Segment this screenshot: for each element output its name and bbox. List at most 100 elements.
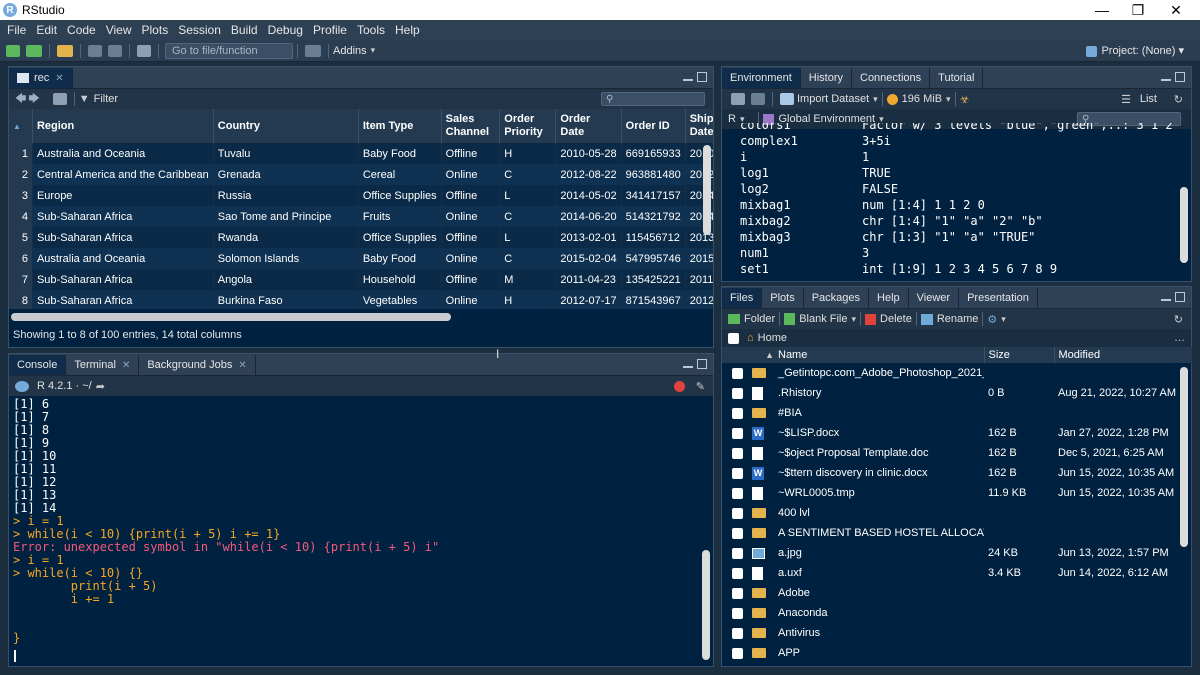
console-scrollbar[interactable] bbox=[702, 550, 710, 660]
console-output[interactable]: [1] 6 [1] 7 [1] 8 [1] 9 [1] 10 [1] 11 [1] 12 [1… bbox=[13, 398, 695, 664]
forward-arrow-icon[interactable]: 🡆 bbox=[28, 90, 39, 109]
tab-terminal[interactable]: Terminal ✕ bbox=[66, 355, 140, 375]
tab-files[interactable]: Files bbox=[722, 288, 763, 308]
broom-icon[interactable]: ☣ bbox=[960, 93, 970, 106]
environment-row[interactable]: log1 TRUE bbox=[740, 165, 1180, 181]
list-view-button[interactable]: List bbox=[1140, 93, 1157, 105]
tab-environment[interactable]: Environment bbox=[722, 68, 801, 88]
memory-usage-button[interactable]: 196 MiB bbox=[902, 93, 942, 105]
file-row[interactable]: Anaconda bbox=[722, 603, 1192, 623]
name-column-header[interactable]: Name bbox=[774, 347, 984, 363]
menu-tools[interactable]: Tools bbox=[357, 23, 385, 37]
new-file-icon[interactable] bbox=[6, 44, 20, 57]
file-row[interactable]: a.uxf 3.4 KB Jun 14, 2022, 6:12 AM bbox=[722, 563, 1192, 583]
tab-packages[interactable]: Packages bbox=[804, 288, 870, 308]
file-row[interactable]: A SENTIMENT BASED HOSTEL ALLOCATIO... bbox=[722, 523, 1192, 543]
save-icon[interactable] bbox=[88, 44, 102, 57]
column-header-sales-channel[interactable]: Sales Channel bbox=[441, 109, 501, 143]
file-checkbox[interactable] bbox=[732, 427, 743, 439]
file-checkbox[interactable] bbox=[732, 507, 743, 519]
file-name-link[interactable]: a.uxf bbox=[774, 563, 984, 583]
file-name-link[interactable]: Antivirus bbox=[774, 623, 984, 643]
refresh-icon[interactable]: ↻ bbox=[1174, 313, 1183, 326]
tab-connections[interactable]: Connections bbox=[852, 68, 931, 88]
file-checkbox[interactable] bbox=[732, 587, 743, 599]
file-row[interactable]: 400 lvl bbox=[722, 503, 1192, 523]
save-workspace-icon[interactable] bbox=[751, 93, 765, 105]
file-checkbox[interactable] bbox=[732, 607, 743, 619]
environment-scrollbar[interactable] bbox=[1180, 187, 1188, 263]
column-header-order-priority[interactable]: Order Priority bbox=[499, 109, 557, 143]
menu-code[interactable]: Code bbox=[67, 23, 96, 37]
tab-console[interactable]: Console bbox=[9, 355, 67, 375]
file-row[interactable]: APP bbox=[722, 643, 1192, 663]
refresh-icon[interactable]: ↻ bbox=[1174, 93, 1183, 106]
column-header-item-type[interactable]: Item Type bbox=[358, 109, 442, 143]
close-tab-icon[interactable]: ✕ bbox=[122, 360, 130, 371]
blank-file-button[interactable]: Blank File bbox=[799, 313, 847, 325]
import-dataset-button[interactable]: Import Dataset bbox=[797, 93, 869, 105]
file-checkbox[interactable] bbox=[732, 647, 743, 659]
modified-column-header[interactable]: Modified bbox=[1053, 347, 1192, 363]
home-link[interactable]: Home bbox=[758, 332, 787, 344]
project-menu[interactable]: Project: (None) ▾ bbox=[1086, 44, 1184, 57]
column-header-country[interactable]: Country bbox=[213, 109, 359, 143]
save-all-icon[interactable] bbox=[108, 44, 122, 57]
file-checkbox[interactable] bbox=[732, 527, 743, 539]
tab-plots[interactable]: Plots bbox=[762, 288, 804, 308]
file-name-link[interactable]: .Rhistory bbox=[774, 383, 984, 403]
file-name-link[interactable]: Adobe bbox=[774, 583, 984, 603]
file-name-link[interactable]: ~$oject Proposal Template.doc bbox=[774, 443, 984, 463]
files-scrollbar[interactable] bbox=[1180, 367, 1188, 547]
column-header-order-date[interactable]: Order Date bbox=[555, 109, 622, 143]
back-arrow-icon[interactable]: 🡄 bbox=[15, 90, 26, 109]
environment-row[interactable]: i1 bbox=[740, 149, 1180, 165]
file-name-link[interactable]: A SENTIMENT BASED HOSTEL ALLOCATIO... bbox=[774, 523, 984, 543]
tab-history[interactable]: History bbox=[801, 68, 852, 88]
table-horizontal-scrollbar[interactable] bbox=[11, 313, 451, 321]
close-tab-icon[interactable]: ✕ bbox=[238, 360, 246, 371]
stop-icon[interactable] bbox=[674, 380, 685, 392]
print-icon[interactable] bbox=[137, 44, 151, 57]
menu-debug[interactable]: Debug bbox=[268, 23, 303, 37]
file-row[interactable]: a.jpg 24 KB Jun 13, 2022, 1:57 PM bbox=[722, 543, 1192, 563]
environment-row[interactable]: mixbag2 chr [1:4] "1" "a" "2" "b" bbox=[740, 213, 1180, 229]
new-folder-button[interactable]: Folder bbox=[744, 313, 775, 325]
tab-background-jobs[interactable]: Background Jobs ✕ bbox=[139, 355, 256, 375]
goto-directory-icon[interactable]: ➦ bbox=[96, 380, 105, 393]
file-checkbox[interactable] bbox=[732, 467, 743, 479]
file-checkbox[interactable] bbox=[732, 387, 743, 399]
maximize-button[interactable]: ❐ bbox=[1120, 0, 1156, 20]
file-row[interactable]: .Rhistory 0 B Aug 21, 2022, 10:27 AM bbox=[722, 383, 1192, 403]
environment-row[interactable]: colors1 Factor w/ 3 levels "blue","green"… bbox=[740, 123, 1180, 133]
clear-console-icon[interactable]: ✎ bbox=[696, 380, 705, 393]
rename-button[interactable]: Rename bbox=[937, 313, 979, 325]
file-checkbox[interactable] bbox=[732, 487, 743, 499]
file-name-link[interactable]: APP bbox=[774, 643, 984, 663]
file-name-link[interactable]: ~$ttern discovery in clinic.docx bbox=[774, 463, 984, 483]
file-name-link[interactable]: #BIA bbox=[774, 403, 984, 423]
tab-help[interactable]: Help bbox=[869, 288, 909, 308]
menu-view[interactable]: View bbox=[106, 23, 132, 37]
environment-row[interactable]: complex1 3+5i bbox=[740, 133, 1180, 149]
popout-icon[interactable] bbox=[52, 93, 67, 105]
file-checkbox[interactable] bbox=[732, 447, 743, 459]
more-options-icon[interactable]: … bbox=[1174, 332, 1185, 344]
select-all-checkbox[interactable] bbox=[728, 332, 739, 344]
file-name-link[interactable]: 400 lvl bbox=[774, 503, 984, 523]
console-window-controls[interactable] bbox=[683, 359, 707, 369]
menu-plots[interactable]: Plots bbox=[142, 23, 169, 37]
close-tab-icon[interactable]: ✕ bbox=[55, 73, 63, 84]
menu-file[interactable]: File bbox=[7, 23, 26, 37]
environment-row[interactable]: mixbag3 chr [1:3] "1" "a" "TRUE" bbox=[740, 229, 1180, 245]
load-workspace-icon[interactable] bbox=[731, 93, 745, 105]
menu-session[interactable]: Session bbox=[178, 23, 221, 37]
table-vertical-scrollbar[interactable] bbox=[703, 145, 711, 235]
go-to-file-input[interactable]: Go to file/function bbox=[165, 42, 293, 59]
menu-edit[interactable]: Edit bbox=[36, 23, 57, 37]
workspace-panes-icon[interactable] bbox=[305, 44, 321, 57]
column-header-region[interactable]: Region bbox=[32, 109, 214, 143]
column-header-ship-date[interactable]: Ship Date bbox=[685, 109, 713, 143]
file-row[interactable]: Antivirus bbox=[722, 623, 1192, 643]
file-row[interactable]: ~$oject Proposal Template.doc 162 B Dec 5,… bbox=[722, 443, 1192, 463]
